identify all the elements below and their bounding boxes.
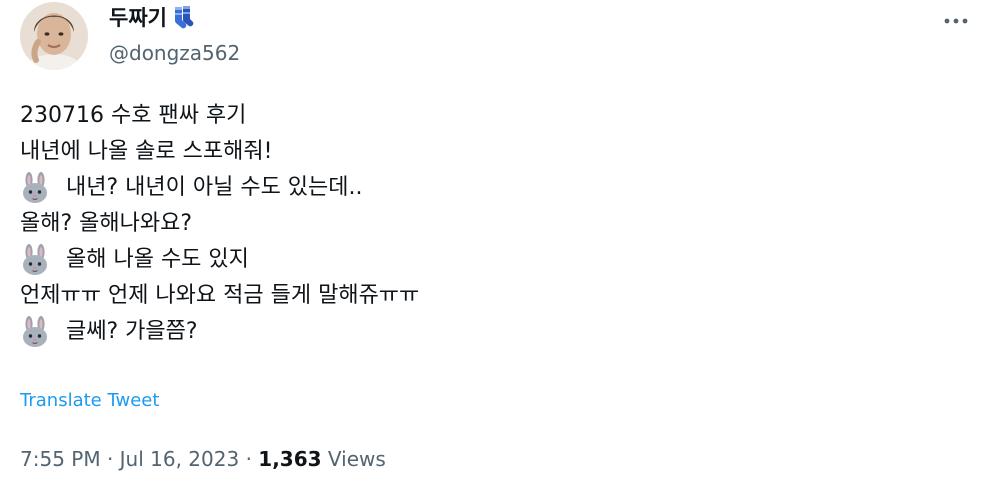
author-display-name[interactable]: 두짜기 <box>109 4 195 32</box>
rabbit-emoji-icon <box>20 316 50 348</box>
more-horizontal-icon <box>944 18 968 24</box>
tweet-line: 올해 나올 수도 있지 <box>20 242 960 278</box>
rabbit-emoji-icon <box>20 172 50 204</box>
socks-emoji-icon <box>171 5 195 31</box>
tweet-meta: 7:55 PM · Jul 16, 2023 · 1,363 Views <box>20 444 386 474</box>
display-name-text: 두짜기 <box>109 6 167 30</box>
tweet-timestamp[interactable]: 7:55 PM · Jul 16, 2023 · <box>20 447 258 471</box>
rabbit-emoji-icon <box>20 244 50 276</box>
tweet-line-text: 230716 수호 팬싸 후기 <box>20 103 247 128</box>
views-label: Views <box>321 447 386 471</box>
tweet-line-text: 올해 나올 수도 있지 <box>66 247 249 272</box>
tweet-line-text: 올해? 올해나와요? <box>20 211 193 236</box>
translate-tweet-link[interactable]: Translate Tweet <box>20 388 159 414</box>
avatar[interactable] <box>20 2 88 70</box>
tweet-line-text: 글쎄? 가을쯤? <box>66 319 198 344</box>
more-options-button[interactable] <box>938 12 974 30</box>
tweet-line-text: 내년에 나올 솔로 스포해줘! <box>20 139 273 164</box>
views-count: 1,363 <box>258 447 322 471</box>
tweet-text: 230716 수호 팬싸 후기 내년에 나올 솔로 스포해줘! 내년? 내년이 … <box>20 98 960 350</box>
avatar-photo <box>20 2 88 70</box>
tweet-line: 글쎄? 가을쯤? <box>20 314 960 350</box>
tweet-line: 내년에 나올 솔로 스포해줘! <box>20 134 960 170</box>
author-handle[interactable]: @dongza562 <box>109 40 240 66</box>
tweet-line: 230716 수호 팬싸 후기 <box>20 98 960 134</box>
tweet-line-text: 내년? 내년이 아닐 수도 있는데.. <box>66 175 363 200</box>
tweet-line: 올해? 올해나와요? <box>20 206 960 242</box>
tweet-line: 언제ㅠㅠ 언제 나와요 적금 들게 말해쥬ㅠㅠ <box>20 278 960 314</box>
tweet-line-text: 언제ㅠㅠ 언제 나와요 적금 들게 말해쥬ㅠㅠ <box>20 283 420 308</box>
tweet-line: 내년? 내년이 아닐 수도 있는데.. <box>20 170 960 206</box>
